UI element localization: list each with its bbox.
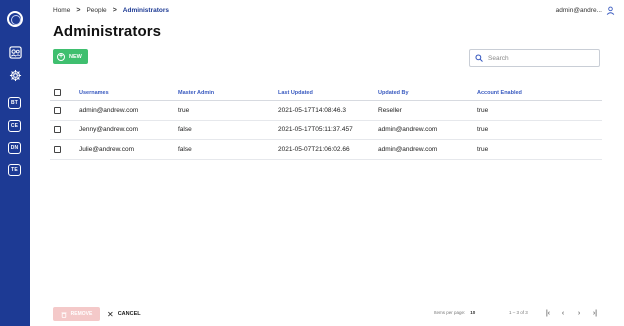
sidebar: BT CE DN TE (0, 0, 30, 326)
remove-button-label: REMOVE (70, 311, 93, 317)
breadcrumb-separator: > (76, 7, 81, 14)
next-page-icon[interactable]: › (574, 308, 584, 318)
table-row[interactable]: Julie@andrew.com false 2021-05-07T21:06:… (50, 140, 602, 160)
breadcrumb-home[interactable]: Home (53, 7, 70, 14)
last-page-icon[interactable]: ›| (590, 308, 600, 318)
sidebar-badge-te[interactable]: TE (8, 164, 21, 176)
table-row[interactable]: admin@andrew.com true 2021-05-17T14:08:4… (50, 101, 602, 121)
cell-account-enabled: true (477, 145, 489, 153)
cell-master-admin: false (178, 145, 192, 153)
column-header-account-enabled[interactable]: Account Enabled (477, 90, 522, 96)
cell-username: admin@andrew.com (79, 106, 139, 114)
table-row[interactable]: Jenny@andrew.com false 2021-05-17T05:11:… (50, 121, 602, 140)
new-button-label: NEW (69, 53, 82, 60)
close-icon: ✕ (107, 309, 114, 319)
remove-button[interactable]: REMOVE (53, 307, 100, 321)
admins-table: Usernames Master Admin Last Updated Upda… (50, 85, 602, 160)
breadcrumb-people[interactable]: People (86, 7, 106, 14)
settings-icon[interactable] (8, 68, 22, 82)
column-header-last-updated[interactable]: Last Updated (278, 90, 313, 96)
row-checkbox[interactable] (54, 106, 61, 114)
cancel-button[interactable]: ✕ CANCEL (107, 307, 141, 321)
new-button[interactable]: + NEW (53, 49, 88, 64)
page-title: Administrators (53, 23, 162, 40)
select-all-checkbox[interactable] (54, 89, 61, 96)
logo-icon[interactable] (7, 11, 23, 27)
cell-last-updated: 2021-05-17T05:11:37.457 (278, 126, 353, 134)
cell-account-enabled: true (477, 106, 489, 114)
column-header-updated-by[interactable]: Updated By (378, 90, 409, 96)
column-header-master-admin[interactable]: Master Admin (178, 90, 214, 96)
cell-master-admin: false (178, 126, 192, 134)
app-root: BT CE DN TE Home > People > Administrato… (0, 0, 624, 326)
breadcrumb: Home > People > Administrators (53, 7, 169, 14)
sidebar-badge-dn[interactable]: DN (8, 142, 21, 154)
cell-last-updated: 2021-05-17T14:08:46.3 (278, 106, 346, 114)
user-icon[interactable] (606, 6, 615, 15)
pagination-range: 1 – 3 of 3 (509, 310, 528, 315)
trash-icon (61, 312, 67, 318)
sidebar-badge-ce[interactable]: CE (8, 120, 21, 132)
user-menu[interactable]: admin@andre... (556, 7, 602, 14)
search-input[interactable] (488, 54, 588, 62)
search-icon (475, 54, 483, 62)
cancel-button-label: CANCEL (117, 311, 141, 317)
previous-page-icon[interactable]: ‹ (558, 308, 568, 318)
sidebar-badge-bt[interactable]: BT (8, 97, 21, 109)
plus-icon: + (57, 52, 65, 61)
cell-account-enabled: true (477, 126, 489, 134)
people-icon[interactable] (8, 45, 22, 59)
breadcrumb-separator: > (112, 7, 117, 14)
cell-updated-by: Reseller (378, 106, 402, 114)
cell-updated-by: admin@andrew.com (378, 126, 438, 134)
cell-username: Jenny@andrew.com (79, 126, 138, 134)
table-header: Usernames Master Admin Last Updated Upda… (50, 85, 602, 101)
row-checkbox[interactable] (54, 126, 61, 134)
cell-username: Julie@andrew.com (79, 145, 135, 153)
cell-updated-by: admin@andrew.com (378, 145, 438, 153)
search-box[interactable] (469, 49, 600, 67)
first-page-icon[interactable]: |‹ (543, 308, 553, 318)
items-per-page-label: Items per page: (434, 310, 466, 315)
items-per-page-select[interactable]: 10 (470, 310, 475, 315)
row-checkbox[interactable] (54, 145, 61, 153)
cell-last-updated: 2021-05-07T21:06:02.66 (278, 145, 350, 153)
column-header-usernames[interactable]: Usernames (79, 90, 109, 96)
cell-master-admin: true (178, 106, 190, 114)
breadcrumb-administrators: Administrators (122, 7, 170, 14)
items-per-page: Items per page: 10 (434, 310, 475, 315)
